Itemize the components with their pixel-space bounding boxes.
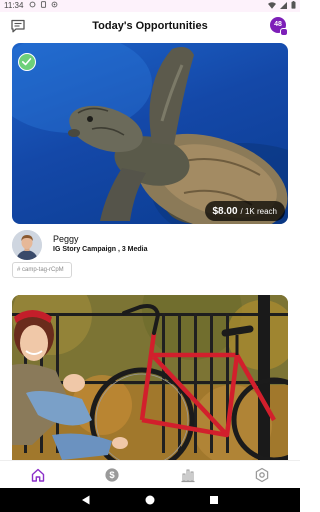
bottom-nav: $ [0,460,300,488]
price-badge: $8.00 / 1K reach [204,201,285,221]
system-nav-bar [0,488,300,512]
signal-icon [280,2,288,9]
price-reach: / 1K reach [240,206,277,216]
bar-chart-icon[interactable] [180,467,196,483]
price-amount: $8.00 [212,205,238,217]
opportunity-image-bicycle[interactable] [12,295,288,460]
location-icon [51,1,58,8]
influencer-name: Peggy [53,234,79,244]
influencer-row[interactable]: Peggy IG Story Campaign , 3 Media [12,230,288,260]
home-icon[interactable] [30,467,46,483]
svg-text:$: $ [109,470,115,481]
campaign-tag[interactable]: # camp-tag-rCpM [12,262,72,278]
home-circle-icon[interactable] [144,494,156,506]
sea-turtle-photo [12,43,288,224]
sync-icon [29,1,36,8]
opportunity-image-sea-turtle[interactable]: $8.00 / 1K reach [12,43,288,224]
campaign-info: IG Story Campaign , 3 Media [53,246,148,253]
dollar-icon[interactable]: $ [104,467,120,483]
check-icon [21,58,32,66]
app-header: Today's Opportunities 48 [0,12,300,42]
recents-icon[interactable] [208,494,220,506]
gear-icon[interactable] [254,467,270,483]
wifi-icon [268,2,277,9]
selected-check-icon[interactable] [18,53,36,71]
woman-with-bicycle-photo [12,295,288,460]
status-left-icons [29,1,58,10]
battery-icon [291,1,296,9]
status-right-icons [268,1,296,11]
avatar-photo [12,230,42,260]
notification-badge[interactable]: 48 [270,17,288,36]
status-time: 11:34 [4,1,24,10]
phone-icon [40,1,46,8]
page-title: Today's Opportunities [92,20,208,32]
status-bar: 11:34 [0,0,300,12]
back-icon[interactable] [80,494,92,506]
avatar [12,230,42,260]
